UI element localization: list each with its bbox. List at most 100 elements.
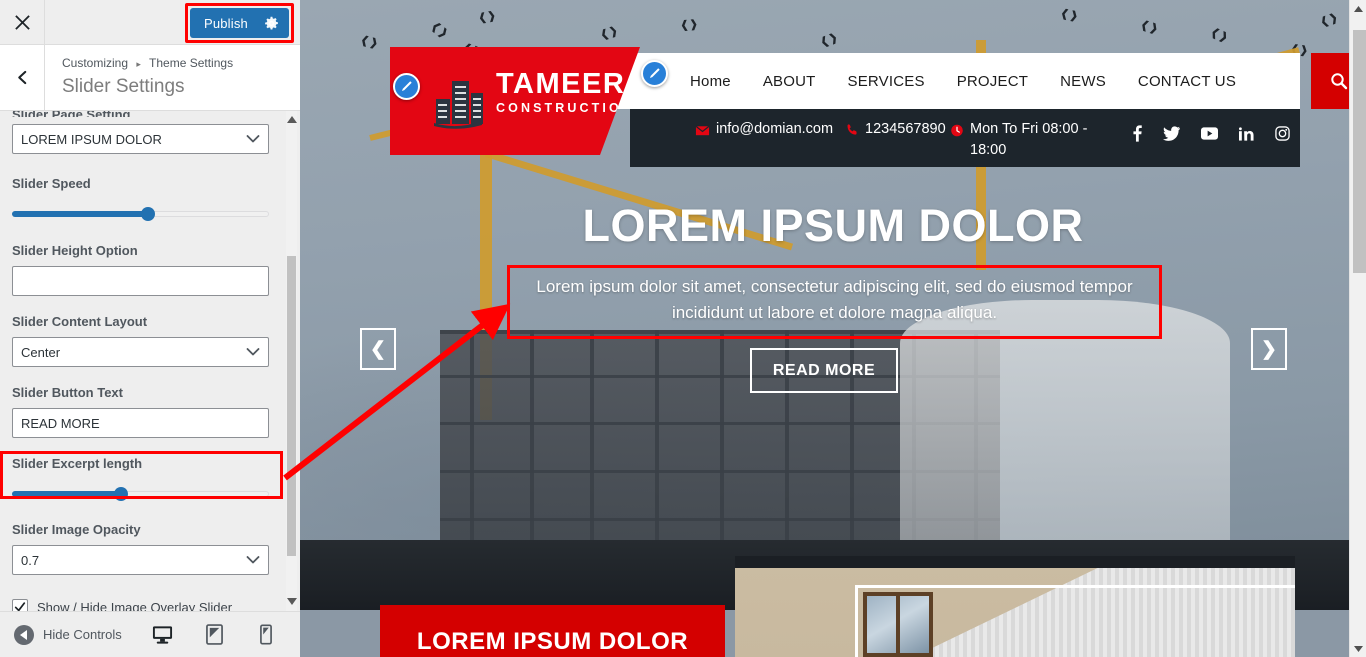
control-image-overlay-toggle: Show / Hide Image Overlay Slider: [12, 599, 288, 611]
slider-excerpt-range[interactable]: [12, 487, 269, 501]
slider-image-opacity-value: 0.7: [21, 552, 40, 568]
customizer-panel-header: Customizing ▸ Theme Settings Slider Sett…: [0, 45, 300, 111]
nav-item-about[interactable]: ABOUT: [747, 73, 832, 90]
photo-white-border: [855, 585, 1295, 657]
control-slider-speed: Slider Speed: [12, 175, 288, 221]
topbar-hours: Mon To Fri 08:00 - 18:00: [950, 109, 1100, 161]
browser-scrollbar-thumb[interactable]: [1353, 30, 1366, 273]
gear-icon[interactable]: [264, 16, 279, 31]
slider-speed-label: Slider Speed: [12, 176, 91, 191]
slider-excerpt-range-wrap: [12, 479, 288, 501]
topbar-phone[interactable]: 1234567890: [845, 109, 950, 140]
back-button[interactable]: [0, 45, 45, 110]
nav-item-news[interactable]: NEWS: [1044, 73, 1122, 90]
site-logo[interactable]: TAMEER CONSTRUCTION: [390, 47, 640, 155]
page-title: Slider Settings: [62, 76, 185, 97]
slider-next-button[interactable]: ❯: [1251, 328, 1287, 370]
slider-content-layout-value: Center: [21, 344, 61, 360]
scroll-up-arrow-icon[interactable]: [285, 113, 298, 126]
nav-item-services[interactable]: SERVICES: [832, 73, 941, 90]
slider-speed-range[interactable]: [12, 207, 269, 221]
desktop-icon[interactable]: [144, 624, 180, 657]
building-logo-icon: [426, 73, 488, 129]
collapse-arrow-icon: [14, 624, 34, 645]
range-knob[interactable]: [140, 207, 155, 221]
scroll-down-arrow-icon[interactable]: [285, 595, 298, 608]
slider-page-select[interactable]: LOREM IPSUM DOLOR: [12, 124, 269, 154]
hide-controls-button[interactable]: Hide Controls: [14, 624, 122, 645]
control-slider-excerpt-length: Slider Excerpt length: [0, 451, 288, 501]
logo-name: TAMEER: [496, 68, 626, 100]
breadcrumb-parent[interactable]: Customizing: [62, 56, 128, 70]
mobile-icon[interactable]: [255, 624, 277, 646]
site-preview-frame: ❰❱ ❰❱ ❰❱ ❰❱ ❰❱ ❰❱ ❰❱ ❰❱ ❰❱ ❰❱ ❰❱ ❰❱ ❰❱ ❰…: [300, 0, 1366, 657]
sidebar-scrollbar-thumb[interactable]: [287, 256, 296, 556]
device-preview-switcher: [144, 624, 277, 657]
clock-icon: [951, 124, 963, 137]
youtube-icon[interactable]: [1201, 127, 1218, 140]
breadcrumb-child[interactable]: Theme Settings: [149, 56, 233, 70]
tablet-icon[interactable]: [203, 624, 225, 646]
slider-read-more-button[interactable]: READ MORE: [750, 348, 898, 393]
topbar-email-text: info@domian.com: [716, 121, 834, 137]
range-knob[interactable]: [114, 487, 129, 501]
control-slider-page: LOREM IPSUM DOLOR: [12, 124, 288, 154]
publish-button-label: Publish: [203, 15, 248, 31]
topbar-phone-text: 1234567890: [865, 121, 946, 137]
nav-item-home[interactable]: Home: [674, 73, 747, 90]
linkedin-icon[interactable]: [1239, 126, 1254, 141]
image-overlay-checkbox-label: Show / Hide Image Overlay Slider: [37, 599, 233, 612]
topbar-email[interactable]: info@domian.com: [695, 109, 845, 140]
twitter-icon[interactable]: [1163, 126, 1180, 141]
image-overlay-checkbox[interactable]: [12, 599, 28, 611]
site-topbar: info@domian.com 1234567890 Mon To Fri 08…: [630, 109, 1300, 167]
edit-shortcut-logo-icon[interactable]: [393, 73, 420, 100]
photo-top-shadow: [735, 556, 1295, 568]
search-icon: [1330, 73, 1347, 90]
topbar-socials: [1133, 109, 1300, 142]
cut-off-label: Slider Page Setting: [12, 111, 288, 117]
close-customizer-button[interactable]: [0, 0, 45, 44]
control-slider-content-layout: Slider Content Layout Center: [12, 313, 288, 367]
bird-icon: ❰❱: [358, 33, 380, 51]
slider-button-text-input[interactable]: READ MORE: [12, 408, 269, 438]
range-fill: [12, 491, 122, 497]
slider-image-opacity-label: Slider Image Opacity: [12, 522, 141, 537]
facebook-icon[interactable]: [1133, 125, 1142, 142]
nav-item-contact-us[interactable]: CONTACT US: [1122, 73, 1252, 90]
logo-wordmark: TAMEER CONSTRUCTION: [496, 69, 634, 117]
edit-shortcut-menu-icon[interactable]: [641, 60, 668, 87]
topbar-hours-text: Mon To Fri 08:00 - 18:00: [970, 121, 1088, 158]
slider-image-opacity-select[interactable]: 0.7: [12, 545, 269, 575]
nav-item-project[interactable]: PROJECT: [941, 73, 1044, 90]
slider-height-input[interactable]: [12, 266, 269, 296]
bird-icon: ❰❱: [818, 31, 840, 50]
slider-button-text-label: Slider Button Text: [12, 385, 123, 400]
slider-content-layout-select[interactable]: Center: [12, 337, 269, 367]
breadcrumb: Customizing ▸ Theme Settings: [62, 55, 233, 72]
slider-content-layout-label: Slider Content Layout: [12, 314, 148, 329]
slider-speed-range-wrap: [12, 199, 288, 221]
customizer-topbar: Publish: [0, 0, 300, 45]
chevron-down-icon: [246, 553, 260, 568]
slider-page-select-value: LOREM IPSUM DOLOR: [21, 131, 162, 147]
scroll-up-arrow-icon[interactable]: [1350, 0, 1366, 17]
instagram-icon[interactable]: [1275, 126, 1290, 141]
scroll-down-arrow-icon[interactable]: [1350, 640, 1366, 657]
publish-highlight-box: Publish: [184, 3, 294, 43]
section-red-panel: LOREM IPSUM DOLOR: [380, 605, 725, 657]
browser-scrollbar[interactable]: [1349, 0, 1366, 657]
slider-prev-button[interactable]: ❮: [360, 328, 396, 370]
nav-items: Home ABOUT SERVICES PROJECT NEWS CONTACT…: [674, 73, 1252, 90]
site-main-nav: Home ABOUT SERVICES PROJECT NEWS CONTACT…: [610, 53, 1300, 109]
bird-icon: ❰❱: [1208, 25, 1231, 45]
chevron-left-icon: ❮: [370, 338, 386, 360]
control-slider-image-opacity: Slider Image Opacity 0.7: [12, 521, 288, 575]
phone-icon: [847, 124, 857, 135]
logo-subtitle: CONSTRUCTION: [496, 101, 634, 115]
slider-excerpt-highlight-box: Lorem ipsum dolor sit amet, consectetur …: [507, 265, 1162, 339]
close-icon: [14, 14, 30, 30]
image-overlay-checkbox-row[interactable]: Show / Hide Image Overlay Slider: [12, 599, 288, 611]
publish-button[interactable]: Publish: [189, 8, 289, 38]
check-icon: [14, 602, 26, 611]
